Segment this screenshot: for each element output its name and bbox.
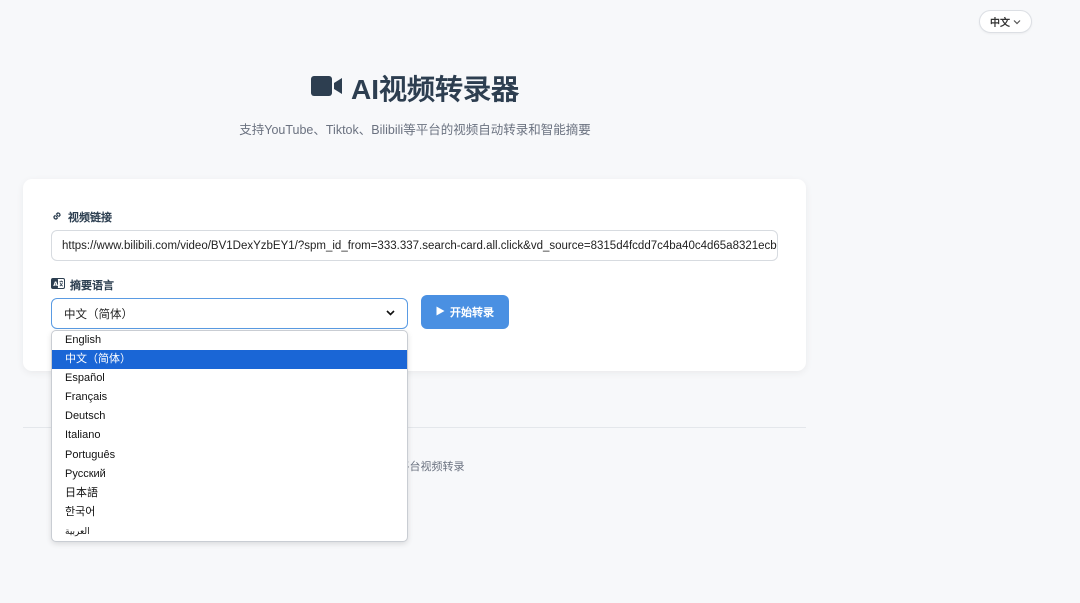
language-icon: A xyxy=(51,278,65,292)
play-icon xyxy=(436,306,445,319)
url-label: 视频链接 xyxy=(51,209,112,225)
chevron-down-icon xyxy=(1013,17,1021,27)
option-russian[interactable]: Русский xyxy=(52,465,407,484)
option-arabic[interactable]: العربية xyxy=(52,522,407,541)
language-label: A 摘要语言 xyxy=(51,277,114,293)
page-title: AI视频转录器 xyxy=(0,68,830,108)
option-korean[interactable]: 한국어 xyxy=(52,503,407,522)
chevron-down-icon xyxy=(386,308,395,319)
option-portuguese[interactable]: Português xyxy=(52,446,407,465)
language-select[interactable]: 中文（简体） xyxy=(51,298,408,329)
language-select-value: 中文（简体） xyxy=(64,308,133,321)
start-transcription-button[interactable]: 开始转录 xyxy=(421,295,509,329)
svg-text:A: A xyxy=(53,281,58,288)
url-label-text: 视频链接 xyxy=(68,212,112,224)
start-button-label: 开始转录 xyxy=(450,307,494,319)
language-label-text: 摘要语言 xyxy=(70,280,114,292)
option-japanese[interactable]: 日本語 xyxy=(52,484,407,503)
option-french[interactable]: Français xyxy=(52,388,407,407)
link-icon xyxy=(51,210,63,225)
option-german[interactable]: Deutsch xyxy=(52,407,407,426)
page-subtitle: 支持YouTube、Tiktok、Bilibili等平台的视频自动转录和智能摘要 xyxy=(239,123,591,137)
option-english[interactable]: English xyxy=(52,331,407,350)
option-chinese-simplified[interactable]: 中文（简体） xyxy=(52,350,407,370)
option-italian[interactable]: Italiano xyxy=(52,426,407,445)
video-camera-icon xyxy=(310,75,343,102)
title-text: AI视频转录器 xyxy=(350,74,519,105)
language-switcher[interactable]: 中文 xyxy=(979,10,1032,33)
language-dropdown-list: English 中文（简体） Español Français Deutsch … xyxy=(51,330,408,542)
video-url-input[interactable]: https://www.bilibili.com/video/BV1DexYzb… xyxy=(51,230,778,261)
option-spanish[interactable]: Español xyxy=(52,369,407,388)
language-switcher-label: 中文 xyxy=(990,18,1010,29)
